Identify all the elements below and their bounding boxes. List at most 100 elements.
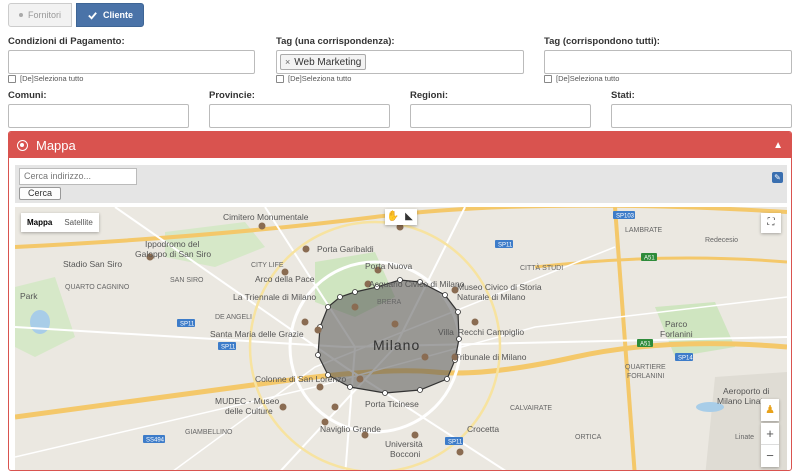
map-type-satellite[interactable]: Satellite [58,213,98,232]
map-label: Recchi Campiglio [458,327,524,337]
map-type-control: Mappa Satellite [21,213,99,232]
polygon-icon[interactable]: ◣ [401,209,417,225]
target-icon [17,139,28,151]
check-icon [88,11,97,20]
map-type-mappa[interactable]: Mappa [21,213,58,232]
map-label: Acquario Civico di Milano [369,279,465,289]
map-label: SAN SIRO [170,277,204,284]
road-badge: SP103 [613,211,635,220]
regioni-label: Regioni: [410,90,448,101]
map-label: Ippodromo del [145,239,199,249]
map-label: Naturale di Milano [457,292,526,302]
cliente-button[interactable]: Cliente [76,3,145,27]
tag-una-label: Tag (una corrispondenza): [276,36,395,47]
map-label: Bocconi [390,449,420,459]
tag-tutti-label: Tag (corrispondono tutti): [544,36,660,47]
map-label: CALVAIRATE [510,405,552,412]
map-label: Redecesio [705,237,738,244]
regioni-input[interactable] [410,104,591,128]
map-label: Forlanini [660,329,693,339]
customer-type-toggle: Fornitori Cliente [8,3,145,27]
tag-chip-label: Web Marketing [294,56,362,68]
checkbox[interactable] [544,74,552,83]
cliente-label: Cliente [103,10,134,20]
province-label: Provincie: [209,90,255,101]
zoom-out-button[interactable]: − [761,445,779,467]
map-label: QUARTO CAGNINO [65,284,130,291]
comuni-input[interactable] [8,104,189,128]
tag-una-input[interactable]: × Web Marketing [276,50,524,74]
map-svg: Cimitero Monumentale Ippodromo del Galop… [15,207,787,470]
map-label: Linate [735,434,754,441]
map-label: Università [385,439,423,449]
map-label: Galoppo di San Siro [135,249,211,259]
pegman-icon[interactable]: ♟ [761,399,779,421]
svg-text:A51: A51 [640,342,651,348]
search-button[interactable]: Cerca [19,187,61,200]
remove-tag-icon[interactable]: × [285,57,290,67]
condizioni-label: Condizioni di Pagamento: [8,36,125,47]
comuni-label: Comuni: [8,90,47,101]
road-badge: SP11 [445,437,463,446]
stati-input[interactable] [611,104,792,128]
map-label: Crocetta [467,424,499,434]
select-all-label: [De]Seleziona tutto [288,74,352,83]
map-panel: Mappa ▲ Cerca indirizzo... Cerca ✎ Cimit… [8,131,792,471]
map-label: Colonne di San Lorenzo [255,374,346,384]
map-label: La Triennale di Milano [233,292,316,302]
map-label: Santa Maria delle Grazie [210,329,304,339]
map-panel-header[interactable]: Mappa ▲ [9,132,791,158]
tag-tutti-field: Tag (corrispondono tutti): [544,36,792,74]
map-label: MUDEC - Museo [215,396,280,406]
tag-chip: × Web Marketing [280,54,367,70]
road-badge: SP11 [495,240,513,249]
select-all-label: [De]Seleziona tutto [556,74,620,83]
zoom-control: + − [761,423,779,467]
map-label: Museo Civico di Storia [457,282,542,292]
map-label: LAMBRATE [625,227,663,234]
map-toolbar: Cerca indirizzo... Cerca ✎ [15,165,787,203]
province-input[interactable] [209,104,390,128]
hand-icon[interactable]: ✋ [385,209,401,225]
map-label: FORLANINI [627,373,664,380]
road-badge: A51 [641,253,657,262]
checkbox[interactable] [276,74,284,83]
map-label: Park [20,291,38,301]
address-search-input[interactable]: Cerca indirizzo... [19,168,137,185]
map-label: QUARTIERE [625,364,666,371]
chevron-up-icon[interactable]: ▲ [773,140,783,151]
tag-tutti-input[interactable] [544,50,792,74]
svg-text:SP14: SP14 [678,356,693,362]
checkbox[interactable] [8,74,16,83]
map-label: Parco [665,319,687,329]
fornitori-button[interactable]: Fornitori [8,3,73,27]
edit-icon[interactable]: ✎ [772,172,783,183]
map-canvas[interactable]: Cimitero Monumentale Ippodromo del Galop… [15,207,787,470]
tag-una-select-all[interactable]: [De]Seleziona tutto [276,74,351,83]
road-badge: SP11 [177,319,195,328]
map-label: GIAMBELLINO [185,429,233,436]
map-label: Arco della Pace [255,274,315,284]
drawing-tools: ✋ ◣ [385,209,417,225]
map-label: Porta Ticinese [365,399,419,409]
road-badge: A51 [637,339,653,348]
zoom-in-button[interactable]: + [761,423,779,445]
comuni-field: Comuni: [8,90,189,128]
map-city-label: Milano [373,337,420,353]
road-badge: SP11 [218,342,236,351]
map-label: Tribunale di Milano [455,352,527,362]
fullscreen-icon[interactable]: ⛶ [761,213,781,233]
road-badge: SP14 [675,353,693,362]
stati-label: Stati: [611,90,635,101]
condizioni-input[interactable] [8,50,255,74]
tag-tutti-select-all[interactable]: [De]Seleziona tutto [544,74,619,83]
map-label: Aeroporto di [723,386,769,396]
water-area [30,310,50,334]
map-label: BRERA [377,299,401,306]
select-all-label: [De]Seleziona tutto [20,74,84,83]
svg-text:SP11: SP11 [221,345,236,351]
condizioni-select-all[interactable]: [De]Seleziona tutto [8,74,83,83]
map-label: CITTÀ STUDI [520,263,563,272]
province-field: Provincie: [209,90,390,128]
map-label: Cimitero Monumentale [223,212,309,222]
